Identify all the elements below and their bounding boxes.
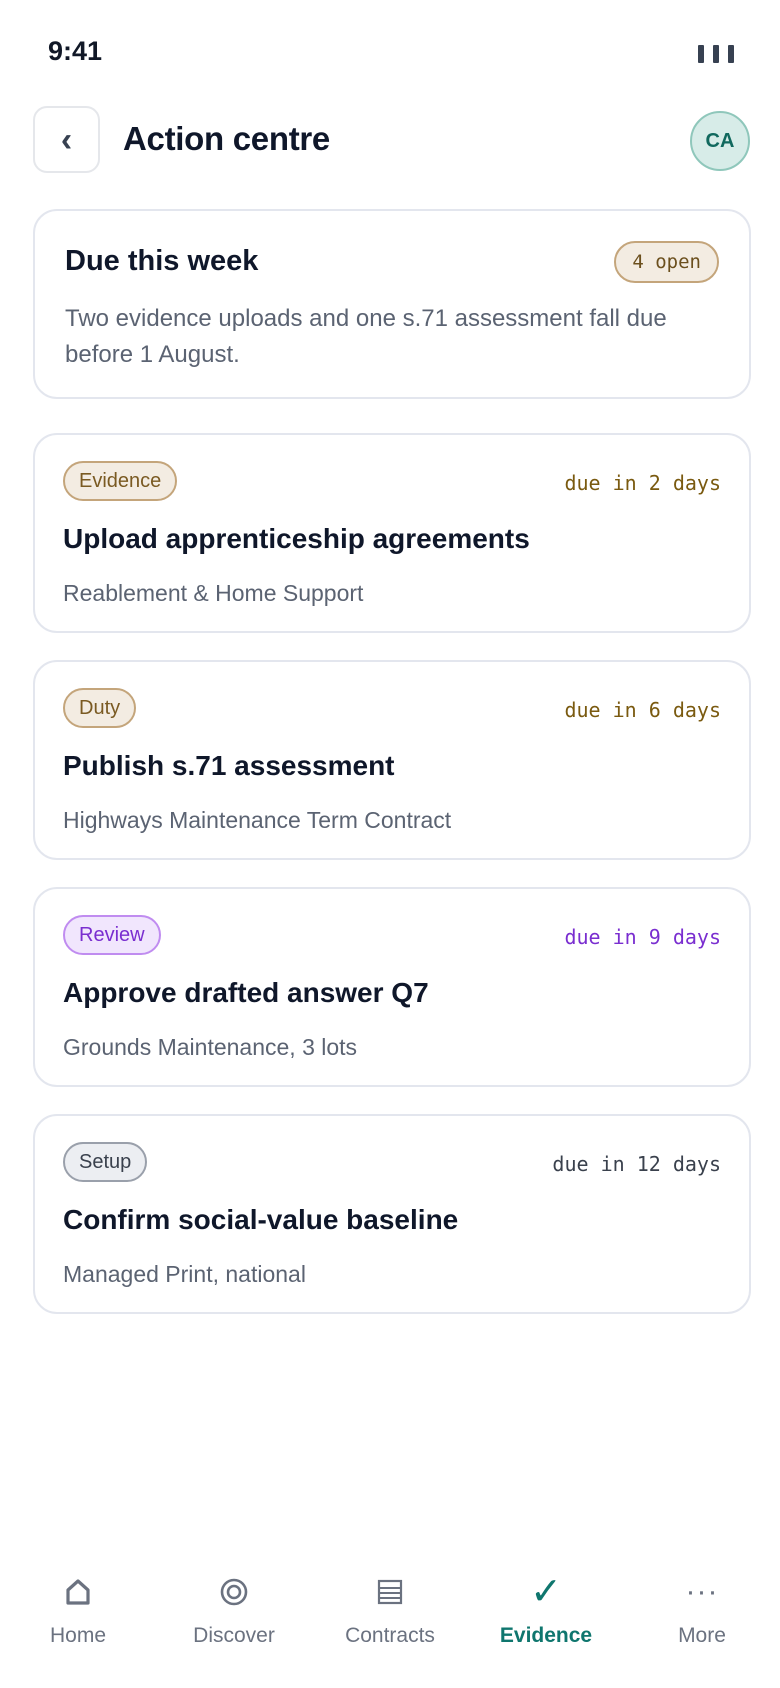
task-card[interactable]: Evidence due in 2 days Upload apprentice… <box>33 433 751 633</box>
header: ‹ Action centre CA <box>0 106 780 174</box>
summary-card: Due this week 4 open Two evidence upload… <box>33 209 751 399</box>
task-tag: Review <box>63 915 161 955</box>
contracts-icon <box>377 1568 403 1616</box>
task-card[interactable]: Setup due in 12 days Confirm social-valu… <box>33 1114 751 1314</box>
summary-text: Two evidence uploads and one s.71 assess… <box>65 305 667 368</box>
tab-bar: Home Discover Contracts ✓ Evidence ··· M… <box>0 1548 780 1688</box>
home-icon <box>65 1568 91 1616</box>
chevron-left-icon: ‹ <box>60 120 73 159</box>
tab-evidence[interactable]: ✓ Evidence <box>468 1548 624 1688</box>
back-button[interactable]: ‹ <box>33 106 100 173</box>
task-title: Upload apprenticeship agreements <box>63 523 530 554</box>
status-time: 9:41 <box>48 36 103 66</box>
task-subtitle: Highways Maintenance Term Contract <box>63 807 452 833</box>
task-title: Confirm social-value baseline <box>63 1204 459 1235</box>
page-title: Action centre <box>123 120 330 157</box>
task-subtitle: Reablement & Home Support <box>63 580 364 606</box>
task-due: due in 6 days <box>564 698 721 722</box>
task-card[interactable]: Review due in 9 days Approve drafted ans… <box>33 887 751 1087</box>
task-due: due in 12 days <box>552 1152 721 1176</box>
status-bar: 9:41 <box>0 0 780 90</box>
tab-label: Contracts <box>345 1624 435 1647</box>
tab-discover[interactable]: Discover <box>156 1548 312 1688</box>
avatar[interactable]: CA <box>690 111 750 171</box>
task-tag: Duty <box>63 688 137 728</box>
task-title: Publish s.71 assessment <box>63 750 395 781</box>
task-tag: Evidence <box>63 461 178 501</box>
check-icon: ✓ <box>530 1571 562 1613</box>
signal-icon <box>698 45 734 63</box>
tab-label: Evidence <box>499 1624 593 1647</box>
tab-label: More <box>678 1624 726 1647</box>
task-subtitle: Managed Print, national <box>63 1261 306 1287</box>
tab-contracts[interactable]: Contracts <box>312 1548 468 1688</box>
task-subtitle: Grounds Maintenance, 3 lots <box>63 1034 358 1060</box>
task-due: due in 2 days <box>564 471 721 495</box>
discover-icon <box>219 1568 249 1616</box>
task-title: Approve drafted answer Q7 <box>63 977 429 1008</box>
task-tag: Setup <box>63 1142 148 1182</box>
summary-title: Due this week <box>65 245 259 277</box>
open-count-badge: 4 open <box>614 241 719 283</box>
tab-label: Discover <box>193 1624 275 1647</box>
tab-home[interactable]: Home <box>0 1548 156 1688</box>
tab-label: Home <box>49 1624 107 1647</box>
task-card[interactable]: Duty due in 6 days Publish s.71 assessme… <box>33 660 751 860</box>
task-due: due in 9 days <box>564 925 721 949</box>
tab-more[interactable]: ··· More <box>624 1548 780 1688</box>
more-icon: ··· <box>685 1575 719 1608</box>
